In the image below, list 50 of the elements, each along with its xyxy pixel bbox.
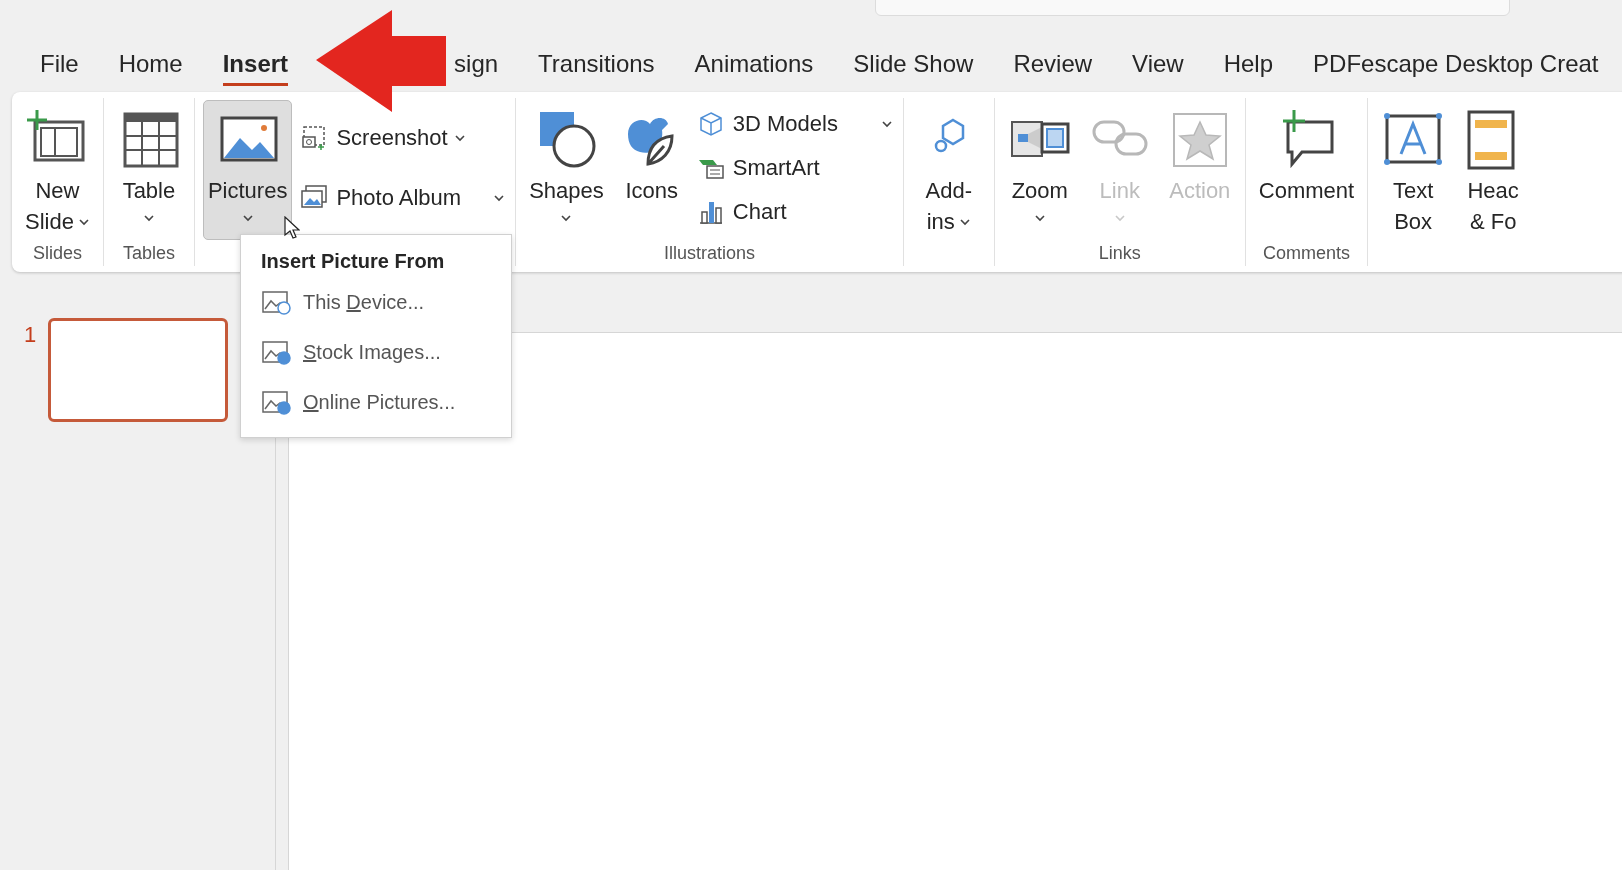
caret-icon (77, 217, 90, 226)
ribbon-tab[interactable]: Transitions (538, 49, 655, 86)
picture-icon (261, 289, 291, 315)
ribbon-button[interactable]: Screenshot (298, 118, 508, 158)
ribbon-button[interactable]: Comment (1253, 100, 1360, 240)
slide-thumbnail[interactable] (48, 318, 229, 422)
ribbon-tab[interactable]: File (40, 49, 79, 86)
menu-heading: Insert Picture From (260, 249, 446, 274)
caret-icon (560, 214, 573, 222)
ribbon-tab[interactable]: Help (1223, 49, 1274, 86)
ribbon-button[interactable]: SmartArt (694, 148, 895, 188)
caret-icon (1113, 214, 1126, 222)
ribbon-button[interactable]: Heac & Fo (1456, 100, 1531, 240)
group-label: Comments (1262, 242, 1350, 265)
caret-icon (880, 120, 893, 128)
picture-icon (261, 389, 291, 415)
ribbon-tab[interactable]: Animations (694, 49, 814, 86)
ribbon-button[interactable]: Table (111, 100, 186, 240)
menu-item[interactable]: This Device... (241, 277, 511, 327)
ribbon-tab[interactable]: Slide Show (853, 49, 974, 86)
ribbon-button[interactable]: Text Box (1376, 100, 1451, 240)
caret-icon (958, 217, 971, 226)
ribbon-button[interactable]: 3D Models (694, 104, 895, 144)
group-label: Tables (122, 242, 175, 265)
menu-item[interactable]: Online Pictures... (241, 377, 511, 427)
ribbon-button[interactable]: Shapes (524, 100, 609, 240)
picture-icon (261, 339, 291, 365)
ribbon-button[interactable]: Photo Album (298, 178, 508, 218)
caret-icon (241, 214, 254, 222)
ribbon-tab[interactable]: Insert (222, 49, 289, 86)
ribbon-tab[interactable]: Home (118, 49, 183, 86)
caret-icon (142, 214, 155, 222)
slide-number: 1 (24, 321, 37, 349)
ribbon-button[interactable]: Chart (694, 192, 895, 232)
group-label: Slides (32, 242, 82, 265)
caret-icon (453, 134, 466, 142)
ribbon-tab[interactable]: Review (1013, 49, 1093, 86)
caret-icon (493, 194, 506, 202)
ribbon-tab[interactable]: PDFescape Desktop Creat (1313, 49, 1599, 86)
ribbon-button[interactable]: Zoom (1002, 100, 1077, 240)
ribbon-tab[interactable]: sign (454, 49, 499, 86)
menu-item[interactable]: Stock Images... (241, 327, 511, 377)
ribbon-button[interactable]: Icons (614, 100, 689, 240)
ribbon-tab[interactable]: View (1132, 49, 1184, 86)
ribbon-button[interactable]: Add- ins (911, 100, 986, 240)
caret-icon (1033, 214, 1046, 222)
ribbon-button[interactable]: Pictures (202, 100, 293, 240)
group-label: Illustrations (663, 242, 755, 265)
ribbon-button[interactable]: New Slide (20, 100, 95, 240)
group-label: Links (1098, 242, 1141, 265)
